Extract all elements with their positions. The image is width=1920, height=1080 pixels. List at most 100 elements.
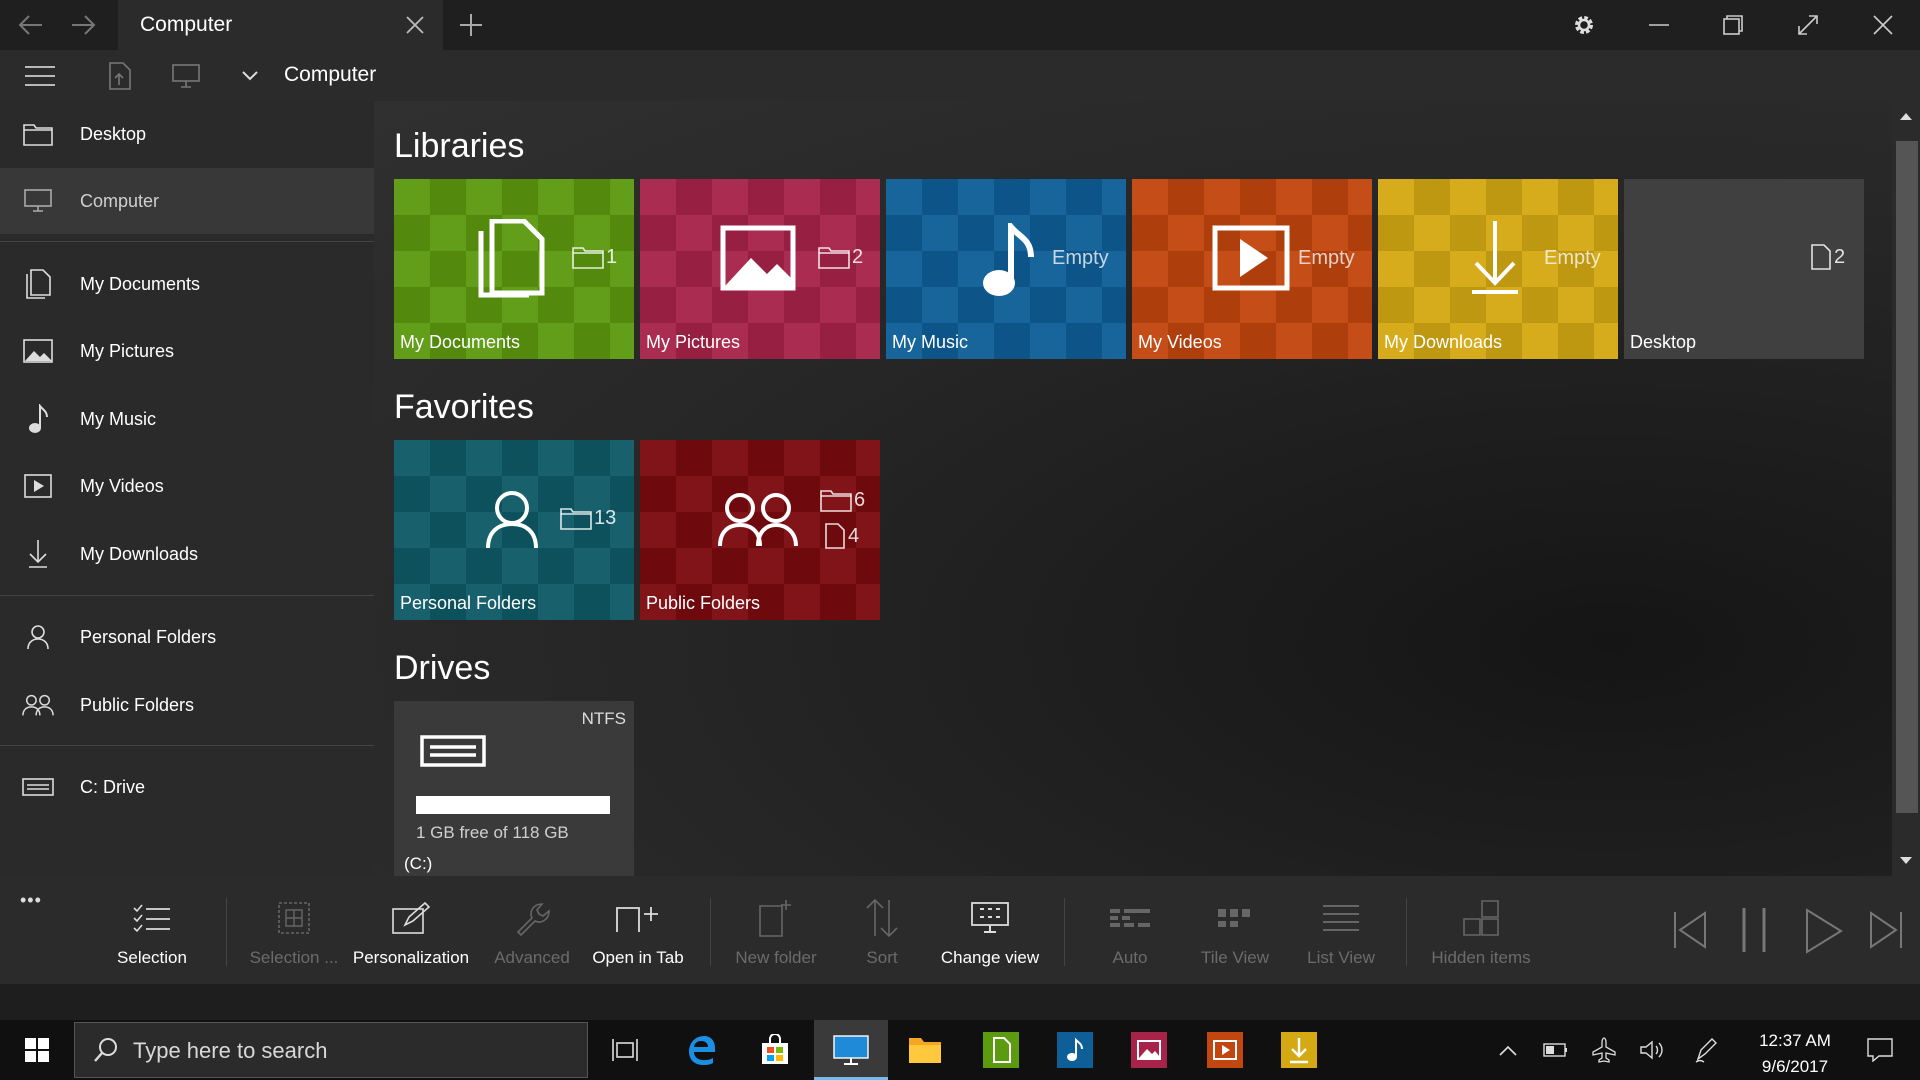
sidebar-item-computer[interactable]: Computer [0,168,374,234]
sidebar-item-c-drive[interactable]: C: Drive [0,754,374,820]
sidebar-item-label: C: Drive [80,776,146,797]
favorite-tile-public-folders[interactable]: 6 4 Public Folders [640,440,880,620]
main-content: Libraries 1 My Documents 2 My Pictures E… [374,101,1920,876]
play-button[interactable] [1804,908,1844,954]
downloads-app-icon [1281,1032,1317,1068]
scroll-thumb[interactable] [1896,141,1918,813]
taskbar-file-explorer-app[interactable] [814,1020,888,1080]
location-dropdown-button[interactable] [222,50,278,101]
favorite-tile-personal-folders[interactable]: 13 Personal Folders [394,440,634,620]
scroll-up-button[interactable] [1892,101,1920,131]
hidden-items-button[interactable]: Hidden items [1424,896,1538,986]
volume-button[interactable] [1632,1020,1672,1080]
library-tile-my-videos[interactable]: Empty My Videos [1132,179,1372,359]
back-button[interactable] [6,0,56,50]
restore-button[interactable] [1708,0,1758,50]
library-tile-desktop[interactable]: 2 Desktop [1624,179,1864,359]
taskbar-store[interactable] [738,1020,812,1080]
fullscreen-button[interactable] [1783,0,1833,50]
selection-options-button[interactable]: Selection ... [246,896,342,986]
tab-computer[interactable]: Computer [118,0,443,50]
menu-button[interactable] [12,50,68,101]
sort-button[interactable]: Sort [842,896,922,986]
wrench-icon [514,896,550,940]
taskbar-videos[interactable] [1188,1020,1262,1080]
battery-button[interactable] [1536,1020,1576,1080]
taskbar-clock[interactable]: 12:37 AM 9/6/2017 [1740,1028,1850,1080]
sidebar-item-my-pictures[interactable]: My Pictures [0,318,374,384]
sidebar-item-label: My Music [80,408,156,429]
new-tab-button[interactable] [446,0,496,50]
music-note-icon [22,403,54,435]
next-track-button[interactable] [1868,910,1904,950]
documents-icon [476,219,546,299]
notification-icon [1867,1038,1893,1062]
people-icon [22,689,54,721]
previous-track-button[interactable] [1672,910,1708,950]
library-tile-my-music[interactable]: Empty My Music [886,179,1126,359]
taskbar-folders[interactable] [888,1020,962,1080]
command-separator [710,898,711,966]
sidebar-divider [0,241,374,242]
command-separator [1406,898,1407,966]
pause-button[interactable] [1740,906,1768,954]
taskbar-pictures[interactable] [1112,1020,1186,1080]
cmd-label: Open in Tab [592,948,684,967]
library-tile-my-downloads[interactable]: Empty My Downloads [1378,179,1618,359]
action-center-button[interactable] [1850,1020,1910,1080]
minimize-button[interactable] [1634,0,1684,50]
task-view-button[interactable] [588,1020,662,1080]
sidebar-item-my-videos[interactable]: My Videos [0,453,374,519]
sidebar-item-public-folders[interactable]: Public Folders [0,672,374,738]
play-icon [1806,908,1843,954]
hidden-items-icon [1462,896,1500,940]
open-in-tab-button[interactable]: Open in Tab [588,896,688,986]
arrow-left-icon [18,15,42,35]
triangle-down-icon [1900,857,1912,864]
sidebar-item-my-downloads[interactable]: My Downloads [0,521,374,587]
triangle-up-icon [1900,113,1912,120]
personalization-button[interactable]: Personalization [352,896,470,986]
auto-view-button[interactable]: Auto [1090,896,1170,986]
new-folder-button[interactable]: New folder [728,896,824,986]
pen-workspace-button[interactable] [1686,1020,1726,1080]
videos-app-icon [1207,1032,1243,1068]
library-tile-my-pictures[interactable]: 2 My Pictures [640,179,880,359]
drive-tile-c[interactable]: NTFS 1 GB free of 118 GB (C:) [394,701,634,876]
close-window-button[interactable] [1858,0,1908,50]
computer-location-button[interactable] [158,50,214,101]
taskbar-documents[interactable] [964,1020,1038,1080]
tab-close-button[interactable] [395,0,435,50]
taskbar-search-box[interactable]: Type here to search [74,1022,588,1078]
settings-button[interactable] [1559,0,1609,50]
address-path[interactable]: Computer [284,63,376,87]
show-hidden-icons-button[interactable] [1488,1020,1528,1080]
sidebar-item-personal-folders[interactable]: Personal Folders [0,604,374,670]
sidebar-item-my-documents[interactable]: My Documents [0,251,374,317]
music-app-icon [1057,1032,1093,1068]
clock-time: 12:37 AM [1759,1031,1831,1050]
forward-button[interactable] [58,0,108,50]
selection-button[interactable]: Selection [110,896,194,986]
vertical-scrollbar[interactable] [1892,101,1920,876]
folder-count-value: 13 [594,506,617,529]
more-options-button[interactable]: ••• [20,890,42,911]
sidebar-item-label: Personal Folders [80,626,217,647]
change-view-button[interactable]: Change view [934,896,1046,986]
advanced-button[interactable]: Advanced [490,896,574,986]
airplane-mode-button[interactable] [1584,1020,1624,1080]
start-button[interactable] [0,1020,74,1080]
taskbar-edge[interactable] [664,1020,738,1080]
sidebar-item-desktop[interactable]: Desktop [0,101,374,167]
list-view-button[interactable]: List View [1296,896,1386,986]
file-icon [1811,244,1831,270]
scroll-down-button[interactable] [1892,846,1920,876]
sidebar-item-my-music[interactable]: My Music [0,386,374,452]
tile-view-button[interactable]: Tile View [1190,896,1280,986]
taskbar-downloads[interactable] [1262,1020,1336,1080]
arrow-right-icon [72,15,96,35]
library-tile-my-documents[interactable]: 1 My Documents [394,179,634,359]
up-folder-button[interactable] [92,50,148,101]
video-icon [1212,225,1290,291]
taskbar-music[interactable] [1038,1020,1112,1080]
